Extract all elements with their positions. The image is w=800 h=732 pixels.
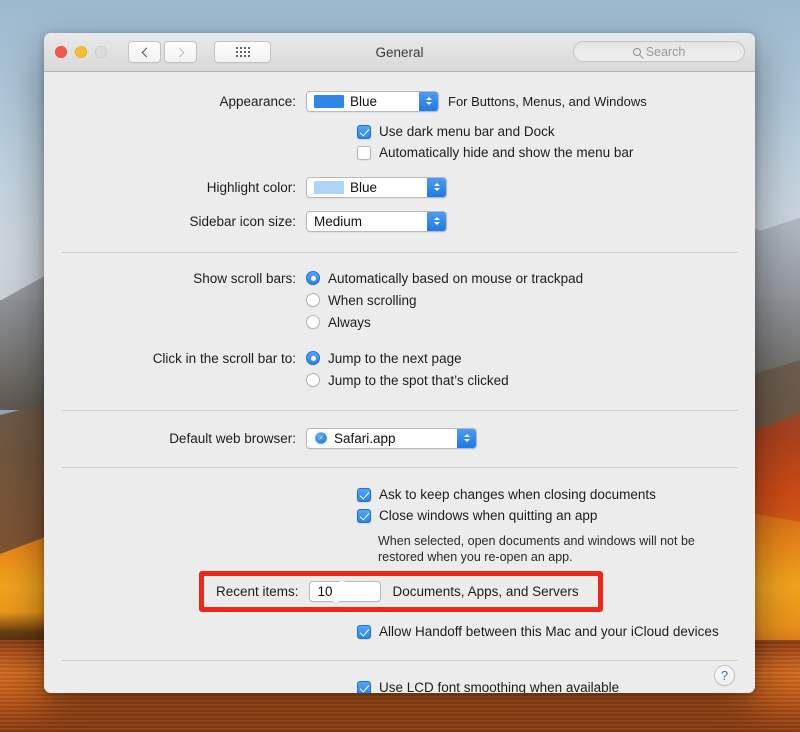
show-scroll-bars-row-2: When scrolling <box>44 289 755 311</box>
handoff-label: Allow Handoff between this Mac and your … <box>379 624 719 639</box>
scroll-bars-auto-label: Automatically based on mouse or trackpad <box>328 270 584 286</box>
section-divider <box>61 467 738 468</box>
desktop-wallpaper: General Search Appearance: Blue For Butt… <box>0 0 800 732</box>
appearance-hint: For Buttons, Menus, and Windows <box>448 93 647 109</box>
click-scroll-spot-clicked-label: Jump to the spot that’s clicked <box>328 372 509 388</box>
appearance-value: Blue <box>350 93 378 109</box>
ask-keep-changes-checkbox-row[interactable]: Ask to keep changes when closing documen… <box>44 484 755 505</box>
highlight-color-swatch <box>314 180 344 194</box>
dark-menu-bar-checkbox[interactable] <box>357 124 371 139</box>
default-web-browser-row: Default web browser: Safari.app <box>44 427 755 449</box>
click-scroll-bar-row-2: Jump to the spot that’s clicked <box>44 369 755 391</box>
scroll-bars-option-when-scrolling[interactable]: When scrolling <box>306 290 417 311</box>
show-scroll-bars-label: Show scroll bars: <box>193 270 296 286</box>
navigation-buttons <box>128 41 197 63</box>
close-windows-quitting-checkbox-row[interactable]: Close windows when quitting an app <box>44 505 755 526</box>
click-scroll-radio-next-page[interactable] <box>306 351 320 365</box>
click-scroll-bar-label: Click in the scroll bar to: <box>152 350 296 366</box>
ask-keep-changes-checkbox[interactable] <box>357 487 371 502</box>
sidebar-icon-size-value: Medium <box>314 213 363 229</box>
chevron-updown-icon[interactable] <box>419 91 438 111</box>
highlight-color-row: Highlight color: Blue <box>44 176 755 198</box>
dark-menu-bar-label: Use dark menu bar and Dock <box>379 124 555 139</box>
general-preferences-window: General Search Appearance: Blue For Butt… <box>44 33 755 693</box>
click-scroll-radio-spot-clicked[interactable] <box>306 373 320 387</box>
appearance-popup-button[interactable]: Blue <box>306 90 439 112</box>
highlight-color-label: Highlight color: <box>206 179 296 195</box>
auto-hide-menu-bar-label: Automatically hide and show the menu bar <box>379 145 634 160</box>
handoff-checkbox[interactable] <box>357 624 371 639</box>
scroll-bars-radio-auto[interactable] <box>306 271 320 285</box>
preferences-content: Appearance: Blue For Buttons, Menus, and… <box>44 72 755 693</box>
chevron-updown-icon[interactable] <box>427 211 446 231</box>
show-scroll-bars-row: Show scroll bars: Automatically based on… <box>44 267 755 289</box>
auto-hide-menu-bar-checkbox-row[interactable]: Automatically hide and show the menu bar <box>44 142 755 163</box>
default-web-browser-popup-button[interactable]: Safari.app <box>306 427 477 449</box>
chevron-updown-icon[interactable] <box>332 581 345 602</box>
highlight-color-value: Blue <box>350 179 378 195</box>
section-divider <box>61 252 738 253</box>
appearance-label: Appearance: <box>219 93 296 109</box>
traffic-light-buttons <box>55 46 107 58</box>
recent-items-value: 10 <box>317 584 333 599</box>
restore-documents-note: When selected, open documents and window… <box>378 534 695 564</box>
ask-keep-changes-label: Ask to keep changes when closing documen… <box>379 487 656 502</box>
click-scroll-next-page-label: Jump to the next page <box>328 350 462 366</box>
chevron-right-icon <box>174 47 184 57</box>
close-window-button[interactable] <box>55 46 67 58</box>
window-titlebar: General Search <box>44 33 755 72</box>
forward-button[interactable] <box>164 41 197 63</box>
scroll-bars-radio-always[interactable] <box>306 315 320 329</box>
safari-compass-icon <box>314 431 328 445</box>
zoom-window-button[interactable] <box>95 46 107 58</box>
recent-items-area: Recent items: 10 Documents, Apps, and Se… <box>44 571 755 619</box>
default-web-browser-label: Default web browser: <box>169 430 296 446</box>
search-placeholder: Search <box>645 44 686 59</box>
scroll-bars-radio-when-scrolling[interactable] <box>306 293 320 307</box>
scroll-bars-when-scrolling-label: When scrolling <box>328 292 417 308</box>
section-divider <box>61 410 738 411</box>
lcd-font-smoothing-label: Use LCD font smoothing when available <box>379 680 620 693</box>
help-button[interactable]: ? <box>714 665 735 686</box>
grid-dots-icon <box>235 47 250 57</box>
search-icon <box>632 47 641 56</box>
sidebar-icon-size-row: Sidebar icon size: Medium <box>44 210 755 232</box>
highlight-color-popup-button[interactable]: Blue <box>306 176 447 198</box>
recent-items-hint: Documents, Apps, and Servers <box>392 584 579 599</box>
click-scroll-option-next-page[interactable]: Jump to the next page <box>306 348 462 369</box>
chevron-updown-icon[interactable] <box>427 177 446 197</box>
show-all-button[interactable] <box>214 41 271 63</box>
appearance-row: Appearance: Blue For Buttons, Menus, and… <box>44 90 755 112</box>
minimize-window-button[interactable] <box>75 46 87 58</box>
scroll-bars-option-auto[interactable]: Automatically based on mouse or trackpad <box>306 268 583 289</box>
handoff-checkbox-row[interactable]: Allow Handoff between this Mac and your … <box>44 621 755 642</box>
dark-menu-bar-checkbox-row[interactable]: Use dark menu bar and Dock <box>44 121 755 142</box>
click-scroll-bar-row: Click in the scroll bar to: Jump to the … <box>44 347 755 369</box>
sidebar-icon-size-popup-button[interactable]: Medium <box>306 210 447 232</box>
close-windows-quitting-checkbox[interactable] <box>357 508 371 523</box>
scroll-bars-option-always[interactable]: Always <box>306 312 371 333</box>
recent-items-label: Recent items: <box>216 584 299 599</box>
show-scroll-bars-row-3: Always <box>44 311 755 333</box>
default-web-browser-value: Safari.app <box>334 430 396 446</box>
lcd-font-smoothing-checkbox[interactable] <box>357 680 371 693</box>
sidebar-icon-size-label: Sidebar icon size: <box>189 213 296 229</box>
close-windows-quitting-label: Close windows when quitting an app <box>379 508 598 523</box>
chevron-updown-icon[interactable] <box>457 428 476 448</box>
scroll-bars-always-label: Always <box>328 314 371 330</box>
recent-items-stepper[interactable]: 10 <box>308 581 381 602</box>
auto-hide-menu-bar-checkbox[interactable] <box>357 145 371 160</box>
search-field[interactable]: Search <box>573 41 745 62</box>
appearance-color-swatch <box>314 94 344 108</box>
lcd-font-smoothing-checkbox-row[interactable]: Use LCD font smoothing when available <box>44 677 755 693</box>
chevron-left-icon <box>141 47 151 57</box>
back-button[interactable] <box>128 41 161 63</box>
click-scroll-option-spot-clicked[interactable]: Jump to the spot that’s clicked <box>306 370 509 391</box>
section-divider <box>61 660 738 661</box>
recent-items-highlight-box: Recent items: 10 Documents, Apps, and Se… <box>199 571 603 612</box>
